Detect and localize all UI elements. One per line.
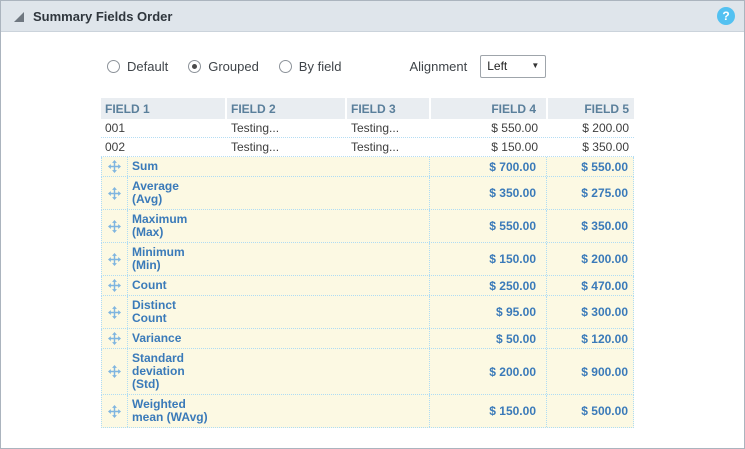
cell-field1: 002 (101, 140, 227, 154)
move-icon (108, 405, 121, 418)
alignment-selected-value: Left (487, 59, 507, 73)
cell-field2: Testing... (227, 121, 347, 135)
summary-field5-value: $ 350.00 (547, 210, 633, 242)
summary-field4-value: $ 200.00 (430, 349, 547, 394)
move-icon (108, 187, 121, 200)
radio-grouped-label: Grouped (208, 59, 259, 74)
drag-handle[interactable] (102, 177, 128, 209)
summary-label: Count (132, 279, 211, 292)
summary-label: Maximum (Max) (132, 213, 211, 239)
summary-row-average: Average (Avg) $ 350.00 $ 275.00 (101, 177, 634, 210)
radio-option-byfield[interactable]: By field (279, 59, 342, 74)
cell-field5: $ 200.00 (548, 121, 634, 135)
summary-field5-value: $ 550.00 (547, 157, 633, 176)
summary-row-count: Count $ 250.00 $ 470.00 (101, 276, 634, 296)
cell-field3: Testing... (347, 121, 431, 135)
drag-handle[interactable] (102, 349, 128, 394)
radio-option-grouped[interactable]: Grouped (188, 59, 259, 74)
radio-option-default[interactable]: Default (107, 59, 168, 74)
summary-label: Standard deviation (Std) (132, 352, 211, 391)
summary-field5-value: $ 200.00 (547, 243, 633, 275)
column-header-field2: FIELD 2 (227, 98, 347, 119)
table-row: 002 Testing... Testing... $ 150.00 $ 350… (101, 138, 634, 157)
radio-default[interactable] (107, 60, 120, 73)
summary-row-minimum: Minimum (Min) $ 150.00 $ 200.00 (101, 243, 634, 276)
summary-label: Variance (132, 332, 211, 345)
alignment-label: Alignment (409, 59, 467, 74)
summary-row-standard-deviation: Standard deviation (Std) $ 200.00 $ 900.… (101, 349, 634, 395)
drag-handle[interactable] (102, 395, 128, 427)
summary-field5-value: $ 275.00 (547, 177, 633, 209)
drag-handle[interactable] (102, 296, 128, 328)
panel-title: Summary Fields Order (33, 9, 172, 24)
cell-field5: $ 350.00 (548, 140, 634, 154)
summary-field5-value: $ 500.00 (547, 395, 633, 427)
summary-fields-table: FIELD 1 FIELD 2 FIELD 3 FIELD 4 FIELD 5 … (101, 98, 634, 428)
move-icon (108, 365, 121, 378)
cell-field2: Testing... (227, 140, 347, 154)
move-icon (108, 306, 121, 319)
summary-field4-value: $ 350.00 (430, 177, 547, 209)
cell-field3: Testing... (347, 140, 431, 154)
move-icon (108, 253, 121, 266)
move-icon (108, 220, 121, 233)
drag-handle[interactable] (102, 276, 128, 295)
summary-row-weighted-mean: Weighted mean (WAvg) $ 150.00 $ 500.00 (101, 395, 634, 428)
drag-handle[interactable] (102, 210, 128, 242)
summary-field4-value: $ 150.00 (430, 395, 547, 427)
radio-default-label: Default (127, 59, 168, 74)
help-icon[interactable]: ? (717, 7, 735, 25)
order-controls: Default Grouped By field Alignment Left … (107, 54, 744, 78)
chevron-down-icon: ▼ (531, 62, 539, 70)
cell-field4: $ 150.00 (431, 140, 548, 154)
summary-row-distinct-count: Distinct Count $ 95.00 $ 300.00 (101, 296, 634, 329)
drag-handle[interactable] (102, 243, 128, 275)
summary-field4-value: $ 50.00 (430, 329, 547, 348)
move-icon (108, 279, 121, 292)
radio-byfield[interactable] (279, 60, 292, 73)
alignment-select[interactable]: Left ▼ (480, 55, 546, 78)
summary-field4-value: $ 150.00 (430, 243, 547, 275)
summary-label: Distinct Count (132, 299, 211, 325)
summary-fields-order-panel: Summary Fields Order ? Default Grouped B… (0, 0, 745, 449)
summary-field5-value: $ 120.00 (547, 329, 633, 348)
table-header-row: FIELD 1 FIELD 2 FIELD 3 FIELD 4 FIELD 5 (101, 98, 634, 119)
drag-handle[interactable] (102, 157, 128, 176)
summary-label: Sum (132, 160, 211, 173)
table-row: 001 Testing... Testing... $ 550.00 $ 200… (101, 119, 634, 138)
summary-field5-value: $ 300.00 (547, 296, 633, 328)
radio-byfield-label: By field (299, 59, 342, 74)
summary-row-sum: Sum $ 700.00 $ 550.00 (101, 157, 634, 177)
panel-header[interactable]: Summary Fields Order ? (1, 1, 744, 32)
column-header-field5: FIELD 5 (548, 98, 634, 119)
summary-field4-value: $ 95.00 (430, 296, 547, 328)
summary-field5-value: $ 900.00 (547, 349, 633, 394)
summary-label: Minimum (Min) (132, 246, 211, 272)
summary-field4-value: $ 550.00 (430, 210, 547, 242)
column-header-field4: FIELD 4 (431, 98, 548, 119)
radio-grouped[interactable] (188, 60, 201, 73)
move-icon (108, 160, 121, 173)
summary-label: Weighted mean (WAvg) (132, 398, 211, 424)
column-header-field1: FIELD 1 (101, 98, 227, 119)
summary-field4-value: $ 250.00 (430, 276, 547, 295)
summary-row-variance: Variance $ 50.00 $ 120.00 (101, 329, 634, 349)
cell-field4: $ 550.00 (431, 121, 548, 135)
move-icon (108, 332, 121, 345)
column-header-field3: FIELD 3 (347, 98, 431, 119)
summary-row-maximum: Maximum (Max) $ 550.00 $ 350.00 (101, 210, 634, 243)
cell-field1: 001 (101, 121, 227, 135)
summary-field5-value: $ 470.00 (547, 276, 633, 295)
drag-handle[interactable] (102, 329, 128, 348)
summary-field4-value: $ 700.00 (430, 157, 547, 176)
summary-label: Average (Avg) (132, 180, 211, 206)
collapse-triangle-icon[interactable] (14, 12, 24, 22)
